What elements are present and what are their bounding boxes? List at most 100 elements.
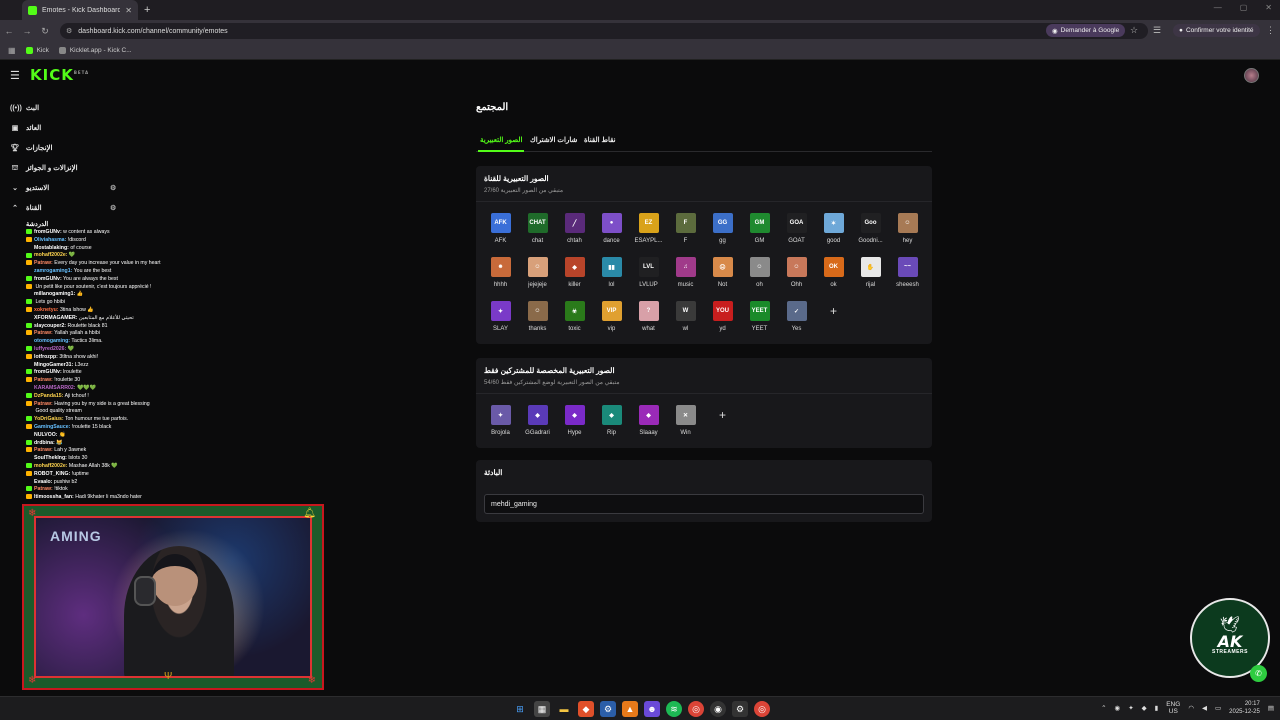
hamburger-menu-icon[interactable]: ☰ [10,69,20,82]
emote-item[interactable]: ◆ GGadrari [519,400,556,444]
emote-item[interactable]: ✶ good [815,208,852,252]
spotify-icon[interactable]: ≋ [666,701,682,717]
sidebar-item-stream[interactable]: ((•)) البث [0,98,130,118]
extensions-icon[interactable]: ☰ [1153,25,1161,36]
emote-item[interactable]: VIP vip [593,296,630,340]
ask-google-button[interactable]: ◉ Demander à Google [1046,24,1126,37]
chat-username[interactable]: Patraw: [34,401,53,407]
chat-username[interactable]: ROBOT_KING: [34,471,70,477]
emote-item[interactable]: ╱ chtah [556,208,593,252]
url-bar[interactable]: ⚙ dashboard.kick.com/channel/community/e… [60,23,1148,39]
chat-username[interactable]: Patraw: [34,377,53,383]
chat-username[interactable]: Patraw: [34,486,53,492]
sidebar-item-drops[interactable]: ⛫ الإنزالات و الجوائز [0,158,130,178]
chat-username[interactable]: YoDriGaius: [34,416,64,422]
tray-app-icon[interactable]: ▮ [1155,704,1159,712]
settings-app-icon[interactable]: ⚙ [732,701,748,717]
calendar-icon[interactable]: ▦ [534,701,550,717]
emote-item[interactable]: Wwl [667,296,704,340]
chat-username[interactable]: slaycouper2: [34,323,66,329]
tab-channel-points[interactable]: نقاط القناة [584,136,616,144]
tray-app-icon[interactable]: ◉ [1115,704,1121,712]
emote-item[interactable]: Goo Goodni... [852,208,889,252]
emote-item[interactable]: ◆ killer [556,252,593,296]
browser-tab[interactable]: Emotes - Kick Dashboard ✕ [22,0,138,20]
chat-username[interactable]: Patraw: [34,330,53,336]
emote-item[interactable]: ✦ SLAY [482,296,519,340]
studio-settings-icon[interactable]: ⚙ [110,184,116,192]
emote-item[interactable]: ✓ Yes [778,296,815,340]
clock[interactable]: 20:17 2025-12-25 [1229,700,1260,716]
chat-username[interactable]: mohaff2002e: [34,252,67,258]
add-emote-button[interactable]: + [704,400,741,444]
emote-item[interactable]: ? what [630,296,667,340]
emote-item[interactable]: ● dance [593,208,630,252]
emote-item[interactable]: CHAT chat [519,208,556,252]
emote-item[interactable]: ♫ music [667,252,704,296]
emote-item[interactable]: ☣ toxic [556,296,593,340]
confirm-identity-button[interactable]: ● Confirmer votre identité [1173,24,1260,37]
input-language[interactable]: ENG US [1166,701,1180,715]
new-tab-button[interactable]: + [144,4,150,16]
chat-username[interactable]: Evaalo: [34,479,52,485]
tab-close-icon[interactable]: ✕ [125,6,132,15]
kick-logo[interactable]: KICKBETA [30,66,89,84]
sidebar-item-achievements[interactable]: 🏆︎ الإنجازات [0,138,130,158]
discord-icon[interactable]: ☻ [644,701,660,717]
emote-item[interactable]: EZ ESAYPL... [630,208,667,252]
volume-icon[interactable]: ◀ [1202,704,1207,712]
tray-chevron-icon[interactable]: ⌃ [1101,704,1106,712]
chrome-profile-icon[interactable]: ◎ [754,701,770,717]
chat-username[interactable]: Patraw: [34,260,53,266]
chat-username[interactable]: lotfrozpp: [34,354,58,360]
emote-item[interactable]: ☺ thanks [519,296,556,340]
bookmark-kicklet[interactable]: Kicklet.app - Kick C... [58,47,132,54]
chat-bubble-icon[interactable]: ✆ [1250,665,1267,682]
chat-username[interactable]: mohaff2002e: [34,463,67,469]
emote-item[interactable]: ◆ Rip [593,400,630,444]
emote-item[interactable]: OK ok [815,252,852,296]
channel-settings-icon[interactable]: ⚙ [110,204,116,212]
chat-username[interactable]: xoknetyu: [34,307,59,313]
sidebar-item-studio[interactable]: ⌄ الاستديو ⚙ [0,178,130,198]
menu-kebab-icon[interactable]: ⋮ [1266,25,1275,36]
emote-item[interactable]: GOA GOAT [778,208,815,252]
chat-username[interactable]: XFORMAGAMER: [34,315,78,321]
emote-item[interactable]: AFK AFK [482,208,519,252]
vlc-icon[interactable]: ▲ [622,701,638,717]
emote-item[interactable]: ☺ oh [741,252,778,296]
emote-item[interactable]: ☺ jejejeje [519,252,556,296]
emote-item[interactable]: GM GM [741,208,778,252]
file-explorer-icon[interactable]: ▬ [556,701,572,717]
emote-item[interactable]: ◆ Slaaay [630,400,667,444]
user-avatar[interactable] [1244,68,1259,83]
chat-username[interactable]: Oliviahasma: [34,237,66,243]
bookmark-kick[interactable]: Kick [25,47,49,54]
chat-username[interactable]: fromGUNv: [34,229,62,235]
emote-item[interactable]: LVL LVLUP [630,252,667,296]
windows-start-icon[interactable]: ⊞ [512,701,528,717]
emote-item[interactable]: ☻ hhhh [482,252,519,296]
chat-username[interactable]: Itimoossha_fan: [34,494,74,500]
chat-username[interactable]: luffyred2026: [34,346,66,352]
sidebar-item-channel[interactable]: ⌃ القناة ⚙ [0,198,130,218]
prefix-input[interactable]: mehdi_gaming [484,494,924,514]
chat-username[interactable]: GamingSauce: [34,424,70,430]
maximize-icon[interactable]: ▢ [1240,3,1248,12]
emote-item[interactable]: ☹ Not [704,252,741,296]
back-icon[interactable]: ← [0,26,18,36]
emote-item[interactable]: FF [667,208,704,252]
chat-username[interactable]: fromGUNv: [34,276,62,282]
chat-username[interactable]: otomogaming: [34,338,70,344]
emote-item[interactable]: ▮▮ lol [593,252,630,296]
chrome-icon[interactable]: ◎ [688,701,704,717]
emote-item[interactable]: ☺ Ohh [778,252,815,296]
chat-username[interactable]: fromGUNv: [34,369,62,375]
chat-username[interactable]: SoulThekIng: [34,455,67,461]
wifi-icon[interactable]: ◠ [1188,704,1194,712]
add-emote-button[interactable]: + [815,296,852,340]
chat-username[interactable]: KARAMSARR02: [34,385,76,391]
chat-username[interactable]: Mostablaking: [34,245,69,251]
forward-icon[interactable]: → [18,26,36,36]
chat-username[interactable]: zamrogaming1: [34,268,72,274]
